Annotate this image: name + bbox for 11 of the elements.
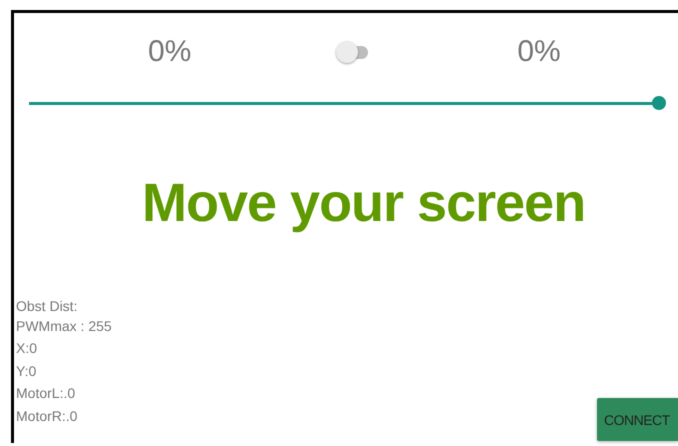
telemetry-reading: X:0	[16, 339, 38, 358]
instruction-heading: Move your screen	[141, 172, 586, 234]
telemetry-reading: Obst Dist:	[16, 296, 78, 314]
telemetry-reading: MotorR:.0	[16, 406, 78, 426]
telemetry-reading: PWMmax : 255	[16, 316, 112, 336]
telemetry-reading: MotorL:.0	[16, 384, 76, 403]
speed-reading: 0%	[148, 35, 192, 69]
slider[interactable]	[29, 96, 666, 110]
connect-button[interactable]: CONNECT	[597, 398, 678, 441]
telemetry-reading: Y:0	[16, 362, 38, 380]
speed-reading: 0%	[517, 35, 561, 69]
